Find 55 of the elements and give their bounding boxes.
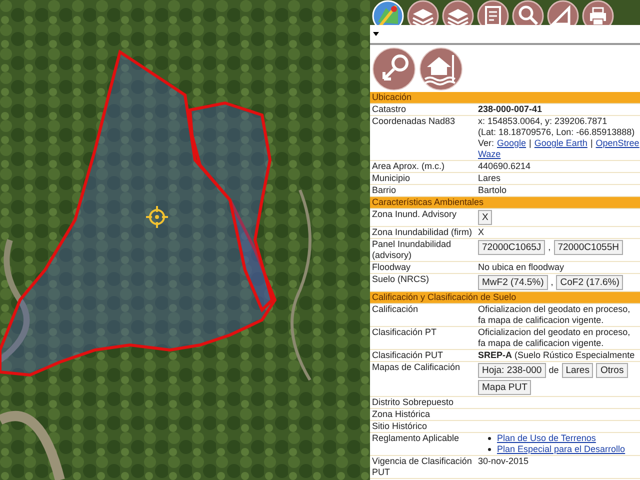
field-label: Coordenadas Nad83 — [371, 116, 456, 128]
link[interactable]: Plan Especial para el Desarrollo — [497, 444, 626, 455]
field-value: | — [590, 138, 593, 149]
field-value: 440690.6214 — [478, 161, 531, 172]
value-button[interactable]: X — [478, 210, 492, 225]
field-label: Panel Inundabilidad (advisory) — [371, 239, 452, 261]
field-label: Suelo (NRCS) — [371, 274, 430, 286]
field-value: Oficializacion del geodato en proceso, fa mapa de calificacion vigente. — [478, 327, 632, 349]
field-value: , — [548, 242, 551, 253]
value-button[interactable]: Mapa PUT — [478, 380, 532, 395]
field-label: Mapas de Calificación — [371, 362, 462, 374]
field-value: Lares — [478, 173, 501, 184]
field-label: Zona Inund. Advisory — [371, 209, 458, 221]
field-value: Oficializacion del geodato en proceso, fa mapa de calificacion vigente. — [478, 304, 632, 326]
value-button[interactable]: MwF2 (74.5%) — [478, 275, 548, 290]
field-value: X — [478, 227, 484, 238]
field-label: Calificación — [371, 304, 420, 316]
field-value: SREP-A (Suelo Rústico Especialmente — [478, 350, 635, 361]
field-label: Barrio — [371, 185, 398, 196]
field-label: Zona Inundabilidad (firm) — [371, 227, 474, 238]
value-button[interactable]: Hoja: 238-000 — [478, 363, 546, 378]
section-header: Características Ambientales — [370, 197, 640, 209]
field-label: Clasificación PUT — [371, 350, 444, 361]
field-label: Vigencia de Clasificación PUT — [371, 456, 473, 478]
field-value: (Lat: 18.18709576, Lon: -66.85913888) — [478, 127, 635, 138]
value-button[interactable]: CoF2 (17.6%) — [556, 275, 624, 290]
value-button[interactable]: 72000C1055H — [554, 240, 623, 255]
section-header: Calificación y Clasificación de Suelo — [370, 292, 640, 304]
field-label: Zona Histórica — [371, 409, 432, 420]
field-value: | — [529, 138, 532, 149]
field-label: Floodway — [371, 262, 412, 273]
field-label: Catastro — [371, 104, 408, 115]
link[interactable]: Plan de Uso de Terrenos — [497, 433, 596, 444]
field-label: Reglamento Aplicable — [371, 433, 460, 445]
link[interactable]: Google Earth — [534, 138, 588, 149]
link[interactable]: Waze — [478, 149, 501, 160]
section-header: Ubicación — [370, 92, 640, 104]
field-label: Distrito Sobrepuesto — [371, 397, 455, 408]
field-value: 30-nov-2015 — [478, 456, 529, 467]
field-value: Bartolo — [478, 185, 507, 196]
field-label: Municipio — [371, 173, 412, 184]
link[interactable]: Google — [497, 138, 526, 149]
value-button[interactable]: 72000C1065J — [478, 240, 546, 255]
field-label: Sitio Histórico — [371, 421, 428, 432]
field-value: 238-000-007-41 — [478, 104, 542, 115]
value-button[interactable]: Lares — [562, 363, 594, 378]
value-button[interactable]: Otros — [596, 363, 628, 378]
field-label: Area Aprox. (m.c.) — [371, 161, 446, 172]
field-value: No ubica en floodway — [478, 262, 564, 273]
field-value: de — [548, 365, 559, 376]
field-value: Ver: — [478, 138, 494, 149]
field-value: , — [550, 277, 554, 288]
link[interactable]: OpenStree — [596, 138, 640, 149]
field-value: x: 154853.0064, y: 239206.7871 — [478, 116, 608, 127]
field-label: Clasificación PT — [371, 327, 438, 339]
